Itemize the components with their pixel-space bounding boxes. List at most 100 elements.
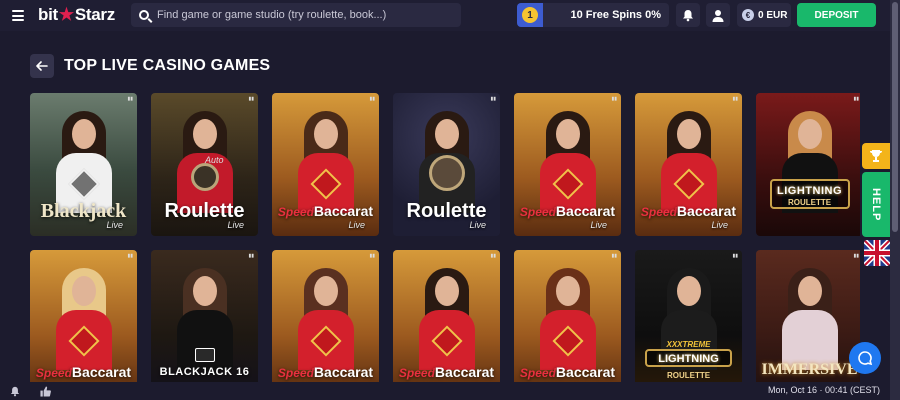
game-prefix: XXXTREME [666,340,711,349]
logo-text-left: bit [38,5,58,24]
game-word: Baccarat [313,364,374,380]
provider-logo: ▮▮ [490,96,496,102]
user-icon [712,9,724,22]
site-logo[interactable]: bit ★ Starz [38,5,115,25]
game-tile-blackjack-16[interactable]: ▮▮ BLACKJACK 16 [151,250,258,383]
provider-logo: ▮▮ [369,253,375,259]
game-prefix: Speed [519,205,556,219]
game-prefix: Speed [277,366,314,380]
provider-logo: ▮▮ [127,253,133,259]
game-name: SpeedBaccarat [635,201,742,220]
provider-logo: ▮▮ [369,96,375,102]
thumbs-up-icon[interactable] [38,384,52,398]
dealer-image [176,268,233,370]
game-sub: Live [227,220,244,230]
balance-value: 0 EUR [758,9,788,21]
game-sub: Live [106,220,123,230]
level-box: 1 [517,3,543,27]
level-badge: 1 [522,7,538,23]
search-icon [139,10,149,20]
scrollbar-thumb[interactable] [892,2,898,232]
game-tile-speed-baccarat[interactable]: ▮▮ SpeedBaccarat Live [514,93,621,236]
game-tile-speed-baccarat[interactable]: ▮▮ SpeedBaccarat [272,250,379,383]
provider-logo: ▮▮ [490,253,496,259]
notifications-button[interactable] [676,3,700,27]
game-sub: Live [348,220,365,230]
back-button[interactable] [30,54,54,78]
game-tile-blackjack[interactable]: ▮▮ Blackjack Live [30,93,137,236]
tournaments-button[interactable] [862,143,890,169]
game-name: SpeedBaccarat [272,362,379,381]
bottom-bar: Mon, Oct 16 · 00:41 (CEST) [0,382,890,400]
free-spins-widget[interactable]: 1 10 Free Spins 0% [517,3,669,27]
uk-flag-icon [864,240,890,266]
arrow-left-icon [36,61,48,71]
cards-icon [195,348,215,362]
help-button[interactable]: HELP [862,172,890,237]
deposit-button[interactable]: DEPOSIT [797,3,876,27]
dealer-image [660,268,717,370]
game-name: LIGHTNING [658,353,719,365]
game-name: SpeedBaccarat [514,201,621,220]
roulette-wheel-icon [191,163,219,191]
game-tile-speed-baccarat[interactable]: ▮▮ SpeedBaccarat [30,250,137,383]
game-word: Baccarat [676,203,737,219]
datetime-display: Mon, Oct 16 · 00:41 (CEST) [767,385,880,395]
game-prefix: Speed [519,366,556,380]
bell-icon[interactable] [8,384,22,398]
logo-text-right: Starz [74,5,115,24]
provider-logo: ▮▮ [853,96,859,102]
live-chat-button[interactable] [849,342,881,374]
search-input[interactable] [157,9,457,21]
search-bar[interactable] [131,3,461,27]
free-spins-text: 10 Free Spins 0% [570,9,662,21]
game-name: SpeedBaccarat [30,362,137,381]
game-tile-speed-baccarat[interactable]: ▮▮ SpeedBaccarat Live [635,93,742,236]
provider-logo: ▮▮ [732,96,738,102]
game-prefix: Speed [640,205,677,219]
game-name: Roulette [406,200,487,222]
games-grid: ▮▮ Blackjack Live ▮▮ Auto Roulette Live … [30,93,860,383]
game-tile-roulette[interactable]: ▮▮ Roulette Live [393,93,500,236]
game-name: Blackjack [40,200,127,222]
game-name: SpeedBaccarat [514,362,621,381]
game-tile-lightning-roulette[interactable]: ▮▮ LIGHTNING ROULETTE [756,93,860,236]
provider-logo: ▮▮ [611,253,617,259]
game-name: IMMERSIVE [761,361,858,378]
auto-tag: Auto [205,155,224,165]
game-word: Baccarat [313,203,374,219]
euro-icon: € [742,9,754,21]
game-name: Roulette [164,200,245,222]
balance-display[interactable]: € 0 EUR [737,3,791,27]
provider-logo: ▮▮ [853,253,859,259]
provider-logo: ▮▮ [248,253,254,259]
game-sub: ROULETTE [787,198,832,207]
language-flag-uk[interactable] [864,240,890,266]
game-name: BLACKJACK 16 [159,366,250,378]
game-sub: Live [469,220,486,230]
game-tile-speed-baccarat[interactable]: ▮▮ SpeedBaccarat [514,250,621,383]
provider-logo: ▮▮ [248,96,254,102]
game-word: Baccarat [555,203,616,219]
game-tile-speed-baccarat[interactable]: ▮▮ SpeedBaccarat Live [272,93,379,236]
game-word: Baccarat [555,364,616,380]
game-tile-speed-baccarat[interactable]: ▮▮ SpeedBaccarat [393,250,500,383]
game-word: Baccarat [71,364,132,380]
trophy-icon [870,150,882,162]
game-prefix: Speed [35,366,72,380]
game-name: SpeedBaccarat [393,362,500,381]
provider-logo: ▮▮ [611,96,617,102]
roulette-wheel-icon [429,155,465,191]
menu-icon[interactable] [12,10,24,21]
game-sub: Live [711,220,728,230]
page-scrollbar[interactable] [890,0,900,400]
game-word: Baccarat [434,364,495,380]
chat-bubble-icon [858,351,873,366]
game-prefix: Speed [277,205,314,219]
game-tile-xxxtreme-lightning-roulette[interactable]: ▮▮ XXXTREME LIGHTNING ROULETTE [635,250,742,383]
dealer-image [781,268,838,370]
game-tile-auto-roulette[interactable]: ▮▮ Auto Roulette Live [151,93,258,236]
game-tile-immersive-roulette[interactable]: ▮▮ IMMERSIVE [756,250,860,383]
profile-button[interactable] [706,3,730,27]
game-name: SpeedBaccarat [272,201,379,220]
